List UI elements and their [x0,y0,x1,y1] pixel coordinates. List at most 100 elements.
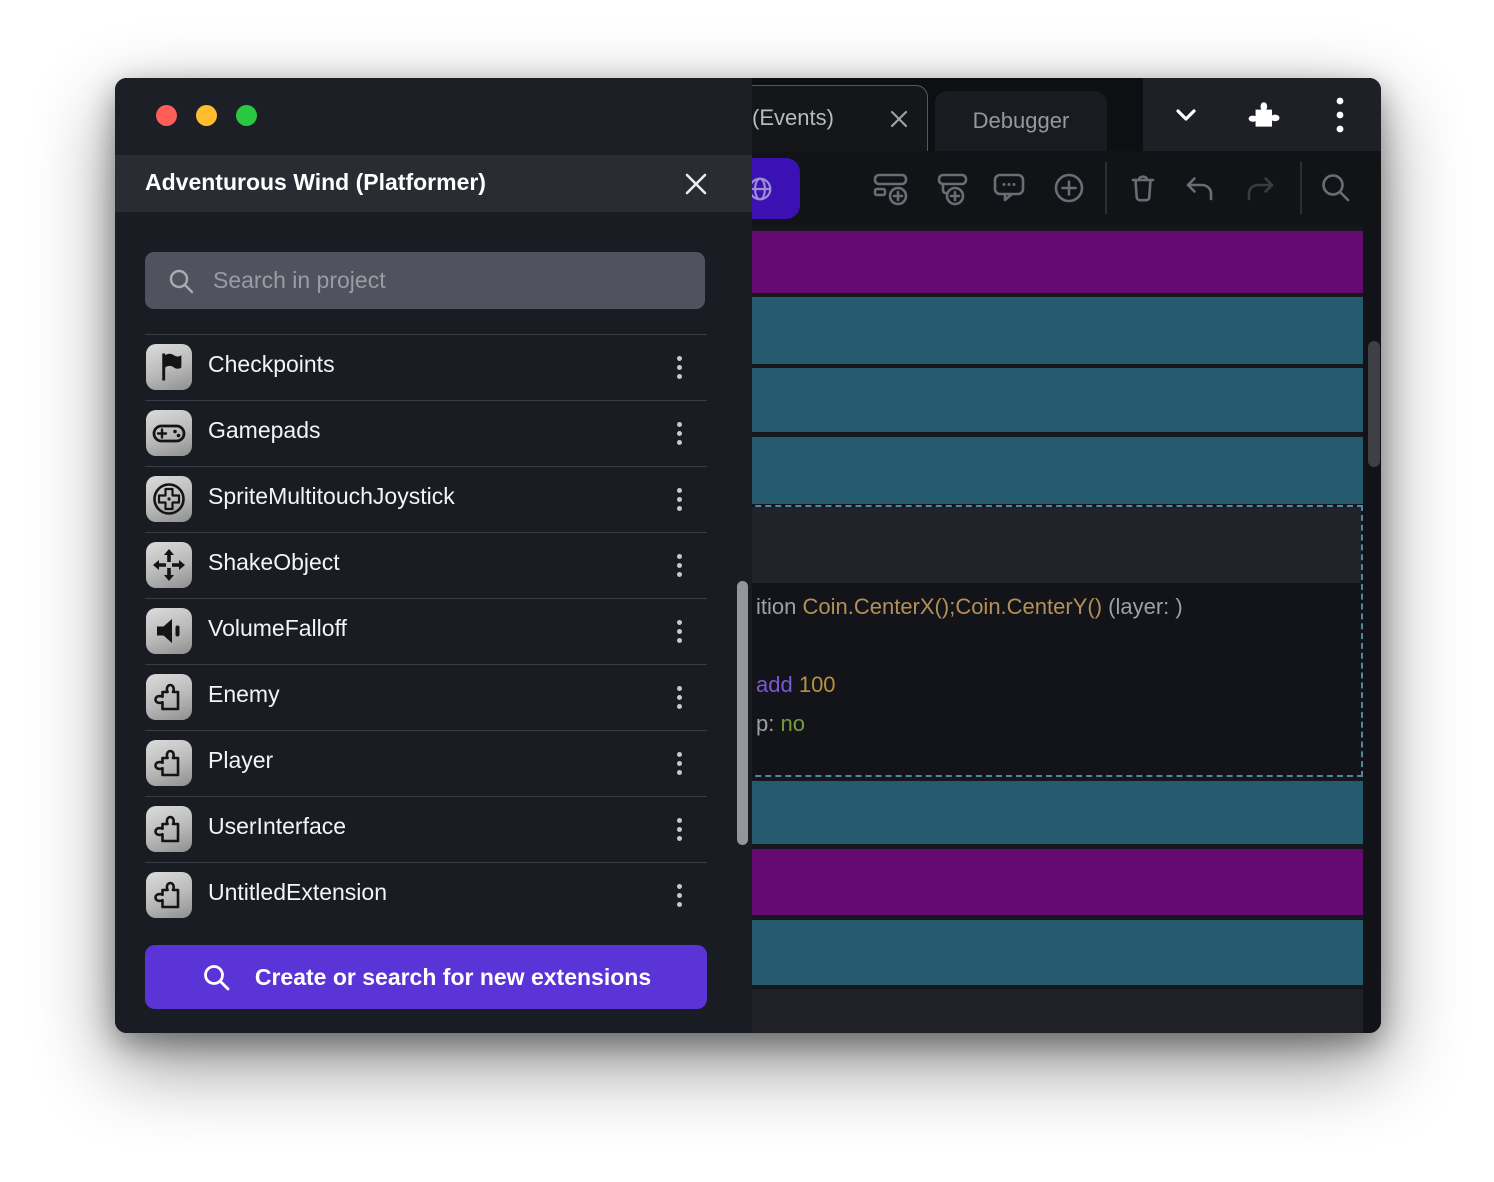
flag-icon [146,344,192,390]
search-input[interactable] [213,252,693,309]
add-subevent-icon[interactable] [932,170,970,213]
extension-list-item[interactable]: Enemy [145,664,707,730]
extension-name: Player [208,747,273,774]
list-divider [145,532,707,533]
extension-list-item[interactable]: ShakeObject [145,532,707,598]
puzzle-icon [146,740,192,786]
gamepad-icon [146,410,192,456]
search-icon[interactable] [1318,170,1354,211]
joystick-icon [146,476,192,522]
list-divider [145,796,707,797]
puzzle-icon[interactable] [1246,99,1280,138]
list-divider [145,730,707,731]
extension-name: UntitledExtension [208,879,387,906]
code-segment-number: 100 [799,672,836,697]
kebab-menu-icon[interactable] [669,745,689,781]
event-row-purple[interactable] [675,849,1363,915]
add-circle-icon[interactable] [1051,170,1087,211]
chevron-down-icon[interactable] [1170,99,1202,136]
toolbar-divider [1300,162,1302,214]
kebab-menu-icon[interactable] [669,481,689,517]
panel-scrollbar-thumb[interactable] [737,581,748,845]
extension-name: UserInterface [208,813,346,840]
event-row-teal[interactable] [675,368,1363,432]
events-scrollbar-thumb[interactable] [1368,341,1380,467]
tab-debugger[interactable]: Debugger [935,91,1107,151]
extension-list-item[interactable]: Checkpoints [145,334,707,400]
toolbar-divider [1105,162,1107,214]
kebab-menu-icon[interactable] [669,415,689,451]
extension-name: Gamepads [208,417,321,444]
event-row-teal[interactable] [675,437,1363,504]
kebab-menu-icon[interactable] [669,547,689,583]
list-divider [145,466,707,467]
search-icon [167,267,195,295]
window-titlebar [115,78,752,155]
add-event-icon[interactable] [872,170,910,213]
extension-name: ShakeObject [208,549,340,576]
code-segment-muted: p: [756,711,780,736]
create-extension-button[interactable]: Create or search for new extensions [145,945,707,1009]
kebab-menu-icon[interactable] [1335,96,1345,139]
trash-icon[interactable] [1125,170,1161,211]
extension-list-item[interactable]: Player [145,730,707,796]
extension-list-item[interactable]: SpriteMultitouchJoystick [145,466,707,532]
speaker-icon [146,608,192,654]
extension-list-item[interactable]: Gamepads [145,400,707,466]
code-segment-muted: ition [756,594,802,619]
event-row-teal[interactable] [675,297,1363,364]
redo-icon[interactable] [1241,170,1279,211]
event-row-teal[interactable] [675,920,1363,985]
add-comment-icon[interactable] [991,170,1027,211]
events-empty-area[interactable] [675,989,1363,1033]
list-divider [145,862,707,863]
puzzle-icon [146,806,192,852]
window-controls-block [1143,78,1381,151]
app-window: (Events) Debugger [115,78,1381,1033]
panel-title: Adventurous Wind (Platformer) [145,169,486,196]
event-row-purple[interactable] [675,231,1363,293]
event-row-teal[interactable] [675,781,1363,844]
panel-header: Adventurous Wind (Platformer) [115,155,752,212]
extension-list-item[interactable]: UserInterface [145,796,707,862]
kebab-menu-icon[interactable] [669,811,689,847]
move-arrows-icon [146,542,192,588]
code-segment-keyword: add [756,672,799,697]
zoom-window-button[interactable] [236,105,257,126]
event-action-text[interactable]: ition Coin.CenterX();Coin.CenterY() (lay… [756,594,1183,620]
close-tab-icon[interactable] [888,108,910,130]
extension-list-item[interactable]: VolumeFalloff [145,598,707,664]
event-action-text[interactable]: p: no [756,711,805,737]
project-search [145,252,705,309]
create-extension-label: Create or search for new extensions [255,964,651,991]
event-action-text[interactable]: add 100 [756,672,836,698]
extension-name: SpriteMultitouchJoystick [208,483,455,510]
puzzle-icon [146,674,192,720]
list-divider [145,400,707,401]
close-icon[interactable] [682,170,710,198]
kebab-menu-icon[interactable] [669,679,689,715]
kebab-menu-icon[interactable] [669,877,689,913]
selected-event[interactable]: ition Coin.CenterX();Coin.CenterY() (lay… [675,505,1363,777]
project-manager-panel: Adventurous Wind (Platformer) Checkpoint… [115,78,752,1033]
tab-debugger-label: Debugger [973,108,1070,134]
puzzle-icon [146,872,192,918]
minimize-window-button[interactable] [196,105,217,126]
extension-name: Enemy [208,681,280,708]
extension-name: Checkpoints [208,351,335,378]
kebab-menu-icon[interactable] [669,613,689,649]
event-conditions-area[interactable] [677,507,1361,583]
extension-name: VolumeFalloff [208,615,347,642]
list-divider [145,664,707,665]
code-segment-boolean: no [780,711,804,736]
list-divider [145,598,707,599]
kebab-menu-icon[interactable] [669,349,689,385]
undo-icon[interactable] [1181,170,1219,211]
code-segment-muted: (layer: ) [1102,594,1183,619]
close-window-button[interactable] [156,105,177,126]
tab-events-label: (Events) [752,105,834,131]
list-divider [145,334,707,335]
code-segment-object: Coin.CenterX();Coin.CenterY() [802,594,1102,619]
search-icon [201,962,231,992]
extension-list-item[interactable]: UntitledExtension [145,862,707,928]
